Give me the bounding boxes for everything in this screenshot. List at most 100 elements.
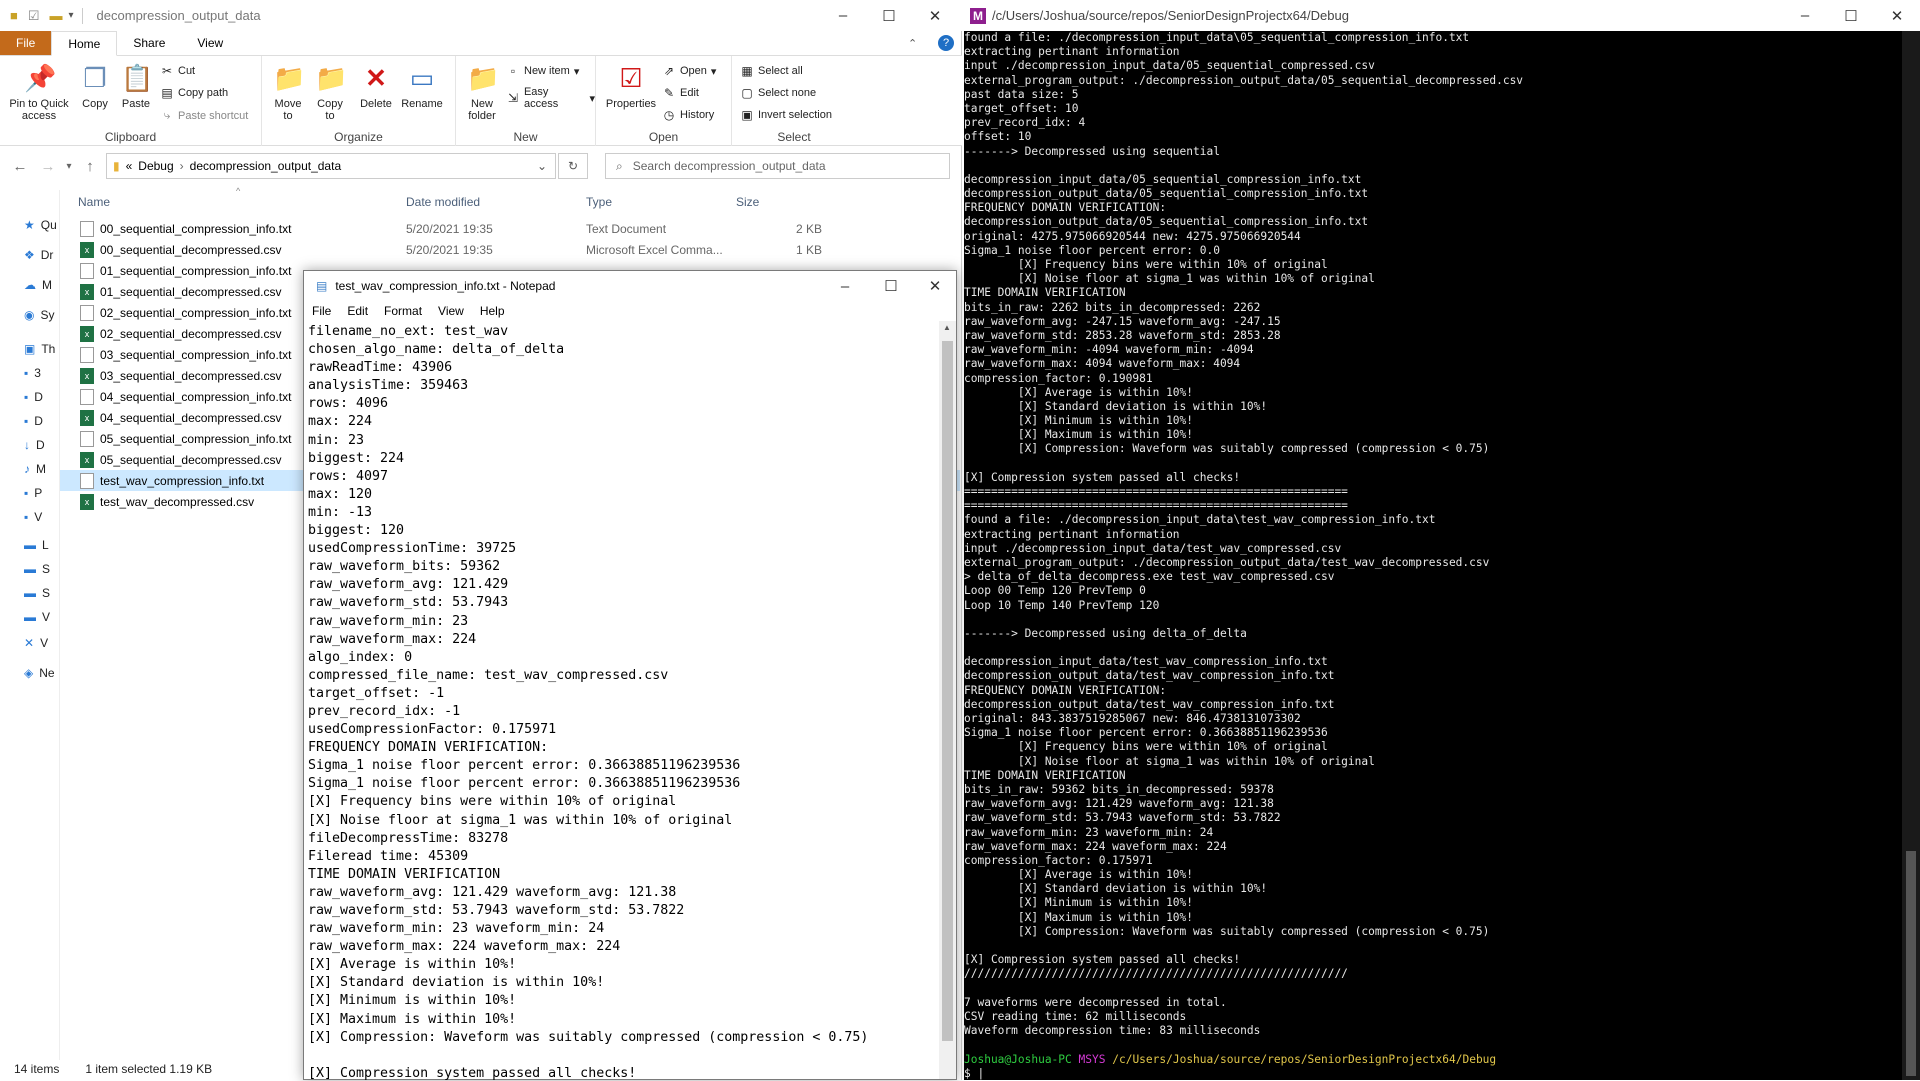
paste-shortcut-button[interactable]: ⤷ Paste shortcut: [160, 108, 249, 123]
minimize-button[interactable]: –: [820, 0, 866, 31]
nav-item[interactable]: ▪ D: [24, 390, 60, 404]
refresh-icon[interactable]: ↻: [558, 153, 588, 179]
properties-check-icon[interactable]: ☑: [28, 8, 40, 24]
search-input[interactable]: ⌕ Search decompression_output_data: [605, 153, 950, 179]
nav-item[interactable]: ▣ Th: [24, 342, 60, 356]
terminal-close-button[interactable]: ✕: [1874, 0, 1920, 31]
nav-item[interactable]: ▪ V: [24, 510, 60, 524]
properties-button[interactable]: ☑ Properties: [604, 62, 658, 110]
file-row[interactable]: x 00_sequential_decompressed.csv 5/20/2021…: [60, 239, 960, 260]
nav-item[interactable]: ▬ S: [24, 562, 60, 576]
nav-item[interactable]: ▪ D: [24, 414, 60, 428]
tab-share[interactable]: Share: [117, 31, 181, 55]
recent-locations-icon[interactable]: ▾: [62, 161, 76, 172]
nav-item[interactable]: ▬ S: [24, 586, 60, 600]
delete-button[interactable]: ✕ Delete: [356, 62, 396, 110]
nav-item[interactable]: ♪ M: [24, 462, 60, 476]
new-folder-button[interactable]: 📁 New folder: [462, 62, 502, 122]
column-type[interactable]: Type: [586, 195, 612, 209]
up-arrow-icon[interactable]: ↑: [76, 158, 104, 175]
address-dropdown-icon[interactable]: ⌄: [537, 159, 547, 173]
invert-selection-button[interactable]: ▣ Invert selection: [740, 108, 832, 122]
customize-quick-access-icon[interactable]: ▾: [69, 10, 74, 21]
nav-item-icon: ▬: [24, 538, 36, 552]
notepad-minimize-button[interactable]: –: [822, 271, 868, 301]
notepad-text-area[interactable]: filename_no_ext: test_wav chosen_algo_nam…: [308, 323, 938, 1081]
terminal-line: raw_waveform_min: 23 waveform_min: 24: [964, 825, 1214, 839]
terminal-minimize-button[interactable]: –: [1782, 0, 1828, 31]
nav-item[interactable]: ▬ L: [24, 538, 60, 552]
terminal-cursor-line[interactable]: $ |: [964, 1067, 1900, 1080]
nav-item[interactable]: ▪ P: [24, 486, 60, 500]
select-none-button[interactable]: ▢ Select none: [740, 86, 816, 100]
text-line: raw_waveform_avg: 121.429: [308, 577, 509, 593]
easy-access-icon: ⇲: [507, 91, 518, 105]
nav-item[interactable]: ▬ V: [24, 610, 60, 624]
new-folder-icon[interactable]: ▬: [50, 8, 63, 23]
nav-item-label: D: [34, 414, 43, 428]
terminal-line: bits_in_raw: 59362 bits_in_decompressed:…: [964, 782, 1274, 796]
nav-item[interactable]: ◈ Ne: [24, 666, 60, 680]
nav-item[interactable]: ↓ D: [24, 438, 60, 452]
history-button[interactable]: ◷ History: [662, 108, 714, 122]
menu-format[interactable]: Format: [384, 304, 422, 318]
notepad-vertical-scrollbar[interactable]: ▲: [939, 321, 956, 1079]
terminal-maximize-button[interactable]: ☐: [1828, 0, 1874, 31]
select-all-button[interactable]: ▦ Select all: [740, 64, 802, 78]
copy-button[interactable]: ❐ Copy: [78, 62, 112, 110]
history-label: History: [680, 109, 715, 121]
notepad-close-button[interactable]: ✕: [912, 271, 958, 301]
nav-item[interactable]: ★ Qu: [24, 218, 60, 232]
text-line: max: 120: [308, 486, 373, 502]
menu-file[interactable]: File: [312, 304, 331, 318]
collapse-ribbon-icon[interactable]: ⌃: [908, 31, 938, 55]
scroll-up-arrow-icon[interactable]: ▲: [943, 323, 951, 332]
nav-item[interactable]: ✕ V: [24, 636, 60, 650]
move-to-button[interactable]: 📁 Move to: [270, 62, 306, 122]
back-arrow-icon[interactable]: ←: [6, 158, 34, 175]
address-box[interactable]: ▮ « Debug › decompression_output_data ⌄: [106, 153, 556, 179]
breadcrumb-debug[interactable]: Debug: [138, 159, 173, 173]
terminal-scrollbar[interactable]: [1902, 31, 1920, 1080]
tab-view[interactable]: View: [181, 31, 239, 55]
column-date-modified[interactable]: Date modified: [406, 195, 480, 209]
tab-home[interactable]: Home: [51, 31, 118, 56]
nav-item[interactable]: ▪ 3: [24, 366, 60, 380]
terminal-output[interactable]: found a file: ./decompression_input_data…: [964, 31, 1900, 1080]
terminal-line: [X] Noise floor at sigma_1 was within 10…: [964, 272, 1375, 286]
terminal-line: Sigma_1 noise floor percent error: 0.366…: [964, 726, 1328, 740]
breadcrumb-current-folder[interactable]: decompression_output_data: [190, 159, 341, 173]
maximize-button[interactable]: ☐: [866, 0, 912, 31]
terminal-line: bits_in_raw: 2262 bits_in_decompressed: …: [964, 300, 1261, 314]
forward-arrow-icon[interactable]: →: [34, 158, 62, 175]
copy-path-button[interactable]: ▤ Copy path: [160, 86, 228, 100]
notepad-maximize-button[interactable]: ☐: [868, 271, 914, 301]
pin-quick-access-button[interactable]: 📌 Pin to Quick access: [4, 62, 74, 122]
easy-access-button[interactable]: ⇲ Easy access ▾: [506, 86, 595, 110]
rename-button[interactable]: ▭ Rename: [400, 62, 444, 110]
column-name[interactable]: Name: [78, 195, 110, 209]
nav-item[interactable]: ❖ Dr: [24, 248, 60, 262]
menu-edit[interactable]: Edit: [347, 304, 368, 318]
edit-button[interactable]: ✎ Edit: [662, 86, 699, 100]
paste-button[interactable]: 📋 Paste: [118, 62, 154, 110]
menu-view[interactable]: View: [438, 304, 464, 318]
column-size[interactable]: Size: [736, 195, 759, 209]
copy-to-button[interactable]: 📁 Copy to: [312, 62, 348, 122]
cut-label: Cut: [178, 65, 196, 77]
open-button[interactable]: ⇗ Open ▾: [662, 64, 716, 78]
terminal-scroll-thumb[interactable]: [1906, 851, 1916, 1076]
nav-item-label: Qu: [40, 218, 57, 232]
notepad-scroll-thumb[interactable]: [942, 341, 953, 1041]
file-row[interactable]: 00_sequential_compression_info.txt 5/20/2…: [60, 218, 960, 239]
new-item-button[interactable]: ▫ New item ▾: [506, 64, 580, 78]
nav-item[interactable]: ◉ Sy: [24, 308, 60, 322]
close-button[interactable]: ✕: [912, 0, 958, 31]
cut-button[interactable]: ✂ Cut: [160, 64, 195, 78]
help-icon[interactable]: ?: [938, 35, 954, 51]
breadcrumb-overflow[interactable]: «: [126, 159, 133, 173]
nav-item[interactable]: ☁ M: [24, 278, 60, 292]
tab-file[interactable]: File: [0, 31, 52, 55]
menu-help[interactable]: Help: [480, 304, 505, 318]
